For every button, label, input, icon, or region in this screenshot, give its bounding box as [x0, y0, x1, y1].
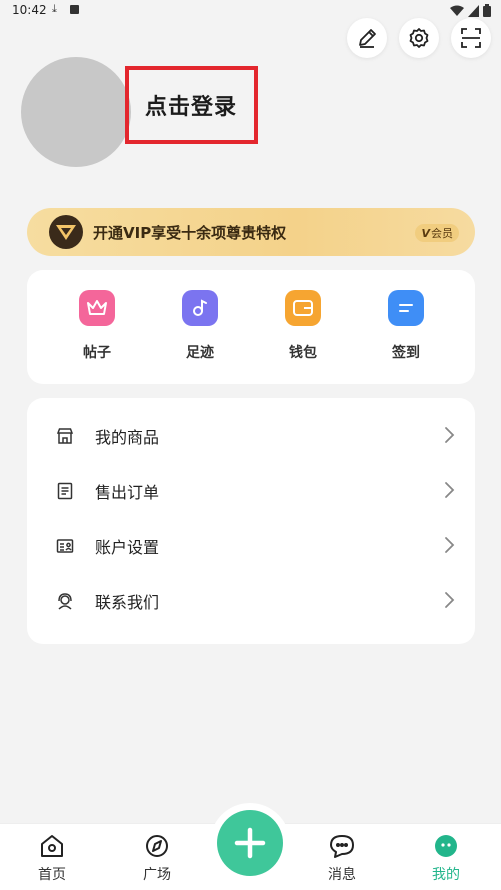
- login-button[interactable]: 点击登录: [125, 66, 258, 144]
- nav-mine[interactable]: 我的: [416, 834, 476, 884]
- quick-item-posts[interactable]: 帖子: [62, 290, 132, 362]
- quick-item-wallet[interactable]: 钱包: [268, 290, 338, 362]
- create-post-button[interactable]: [217, 810, 283, 876]
- plus-icon: [234, 827, 266, 859]
- edit-button[interactable]: [347, 18, 387, 58]
- vip-diamond-icon: [49, 215, 83, 249]
- signal-icon: [468, 4, 479, 17]
- vip-text: 开通VIP享受十余项尊贵特权: [93, 223, 287, 242]
- quick-label-footprints: 足迹: [186, 345, 214, 361]
- vip-member-badge: V 会员: [415, 224, 459, 242]
- settings-icon: [409, 28, 429, 48]
- scan-button[interactable]: [451, 18, 491, 58]
- vip-badge-v: V: [421, 226, 430, 240]
- status-time: 10:42: [12, 3, 47, 17]
- chevron-right-icon: [445, 537, 455, 553]
- menu-label: 账户设置: [95, 537, 160, 557]
- profile-face-icon: [435, 835, 457, 857]
- menu-label: 联系我们: [95, 592, 160, 612]
- menu-label: 我的商品: [95, 427, 160, 447]
- checkin-icon: [388, 290, 424, 326]
- nav-label-home: 首页: [38, 867, 66, 883]
- download-icon: ⤓: [52, 2, 57, 15]
- login-text: 点击登录: [145, 95, 238, 120]
- id-card-icon: [55, 536, 75, 556]
- order-icon: [55, 481, 75, 501]
- store-icon: [55, 426, 75, 446]
- chat-icon: [330, 835, 354, 858]
- nav-messages[interactable]: 消息: [312, 834, 372, 884]
- nav-home[interactable]: 首页: [22, 834, 82, 884]
- nav-label-plaza: 广场: [143, 867, 171, 883]
- quick-item-checkin[interactable]: 签到: [371, 290, 441, 362]
- wallet-icon: [285, 290, 321, 326]
- chevron-right-icon: [445, 592, 455, 608]
- quick-item-footprints[interactable]: 足迹: [165, 290, 235, 362]
- chevron-right-icon: [445, 427, 455, 443]
- compass-icon: [146, 835, 168, 857]
- quick-label-posts: 帖子: [83, 345, 111, 361]
- menu-item-my-products[interactable]: 我的商品: [27, 408, 475, 463]
- home-icon: [41, 835, 63, 857]
- vip-badge-text: 会员: [431, 227, 453, 240]
- menu-item-sold-orders[interactable]: 售出订单: [27, 463, 475, 518]
- top-actions: [347, 18, 491, 58]
- quick-actions-card: 帖子 足迹 钱包 签到: [27, 270, 475, 384]
- settings-button[interactable]: [399, 18, 439, 58]
- nav-label-mine: 我的: [432, 867, 460, 883]
- crown-icon: [79, 290, 115, 326]
- app-notification-icon: [70, 5, 79, 14]
- battery-icon: [483, 4, 491, 17]
- scan-icon: [461, 28, 481, 48]
- wifi-icon: [450, 5, 464, 16]
- quick-label-wallet: 钱包: [289, 345, 317, 361]
- edit-icon: [359, 29, 376, 48]
- menu-item-account-settings[interactable]: 账户设置: [27, 518, 475, 573]
- chevron-right-icon: [445, 482, 455, 498]
- menu-label: 售出订单: [95, 482, 160, 502]
- menu-card: 我的商品 售出订单 账户设置 联系我们: [27, 398, 475, 644]
- music-note-icon: [182, 290, 218, 326]
- quick-label-checkin: 签到: [392, 345, 420, 361]
- vip-banner[interactable]: 开通VIP享受十余项尊贵特权 V 会员: [27, 208, 475, 256]
- menu-item-contact-us[interactable]: 联系我们: [27, 573, 475, 628]
- avatar[interactable]: [21, 57, 131, 167]
- support-agent-icon: [55, 591, 75, 611]
- nav-plaza[interactable]: 广场: [127, 834, 187, 884]
- nav-label-messages: 消息: [328, 867, 356, 883]
